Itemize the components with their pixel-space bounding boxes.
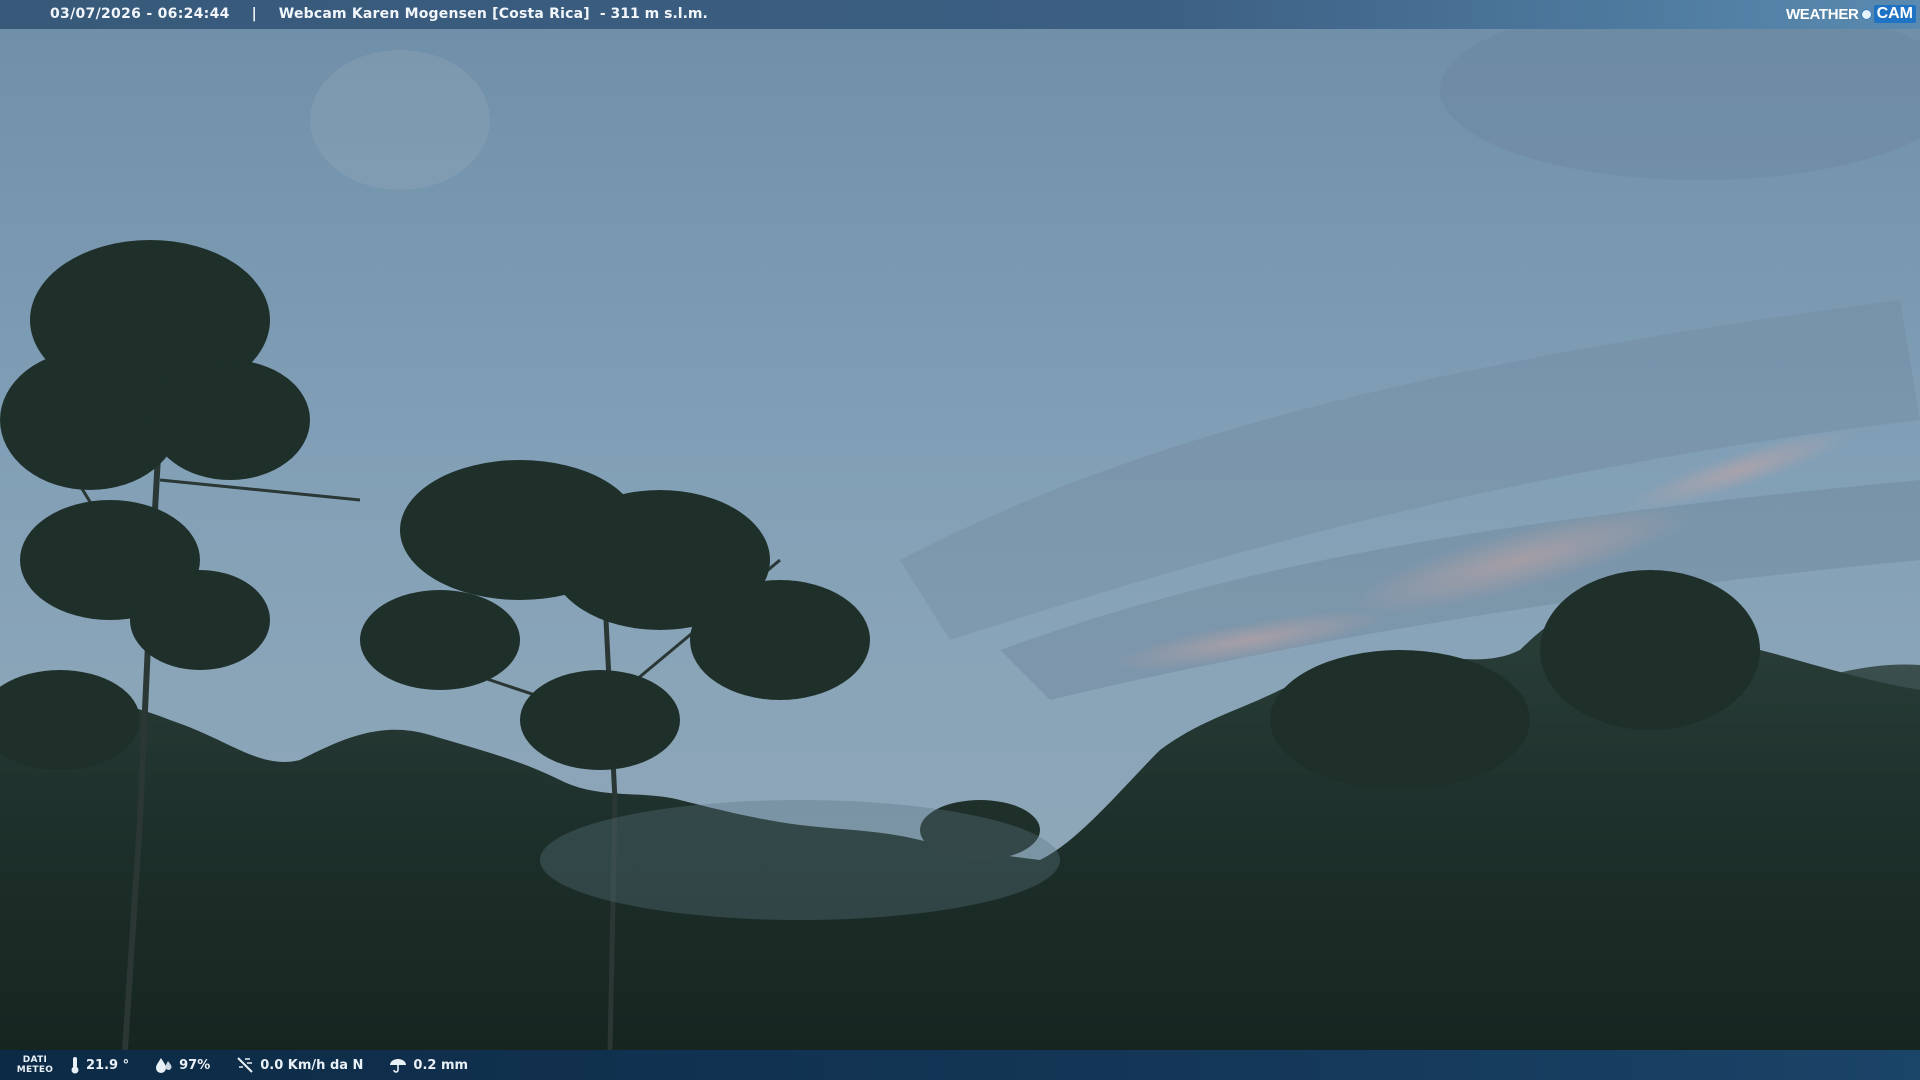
thermometer-icon <box>71 1057 79 1074</box>
temperature-stat: 21.9 ° <box>70 1056 129 1074</box>
header-bar: 03/07/2026 - 06:24:44 | Webcam Karen Mog… <box>0 0 1920 29</box>
webcam-title: Webcam Karen Mogensen [Costa Rica] <box>278 6 590 22</box>
rain-icon <box>390 1059 407 1073</box>
wind-stat: 0.0 Km/h da N <box>236 1056 363 1074</box>
logo-cam-text: CAM <box>1873 5 1916 23</box>
altitude-text: - 311 m s.l.m. <box>599 6 708 22</box>
temperature-value: 21.9 ° <box>86 1057 130 1073</box>
webcam-image <box>0 0 1920 1080</box>
header-separator: | <box>251 6 257 22</box>
weather-data-bar: DATI METEO 21.9 ° 97% 0.0 Km/h da N 0.2 … <box>0 1050 1920 1080</box>
weathercam-logo: WEATHER CAM <box>1786 3 1916 25</box>
logo-dot-icon <box>1860 8 1872 20</box>
dati-meteo-label: DATI METEO <box>0 1055 70 1075</box>
dati-meteo-line1: DATI <box>22 1055 48 1065</box>
wind-icon <box>237 1057 253 1073</box>
rain-value: 0.2 mm <box>413 1057 469 1073</box>
timestamp: 03/07/2026 - 06:24:44 <box>50 6 230 22</box>
rain-stat: 0.2 mm <box>389 1057 468 1073</box>
logo-weather-text: WEATHER <box>1785 5 1859 23</box>
humidity-icon <box>156 1058 172 1073</box>
wind-value: 0.0 Km/h da N <box>260 1057 364 1073</box>
dati-meteo-line2: METEO <box>16 1065 54 1075</box>
humidity-value: 97% <box>179 1057 211 1073</box>
humidity-stat: 97% <box>155 1057 210 1073</box>
